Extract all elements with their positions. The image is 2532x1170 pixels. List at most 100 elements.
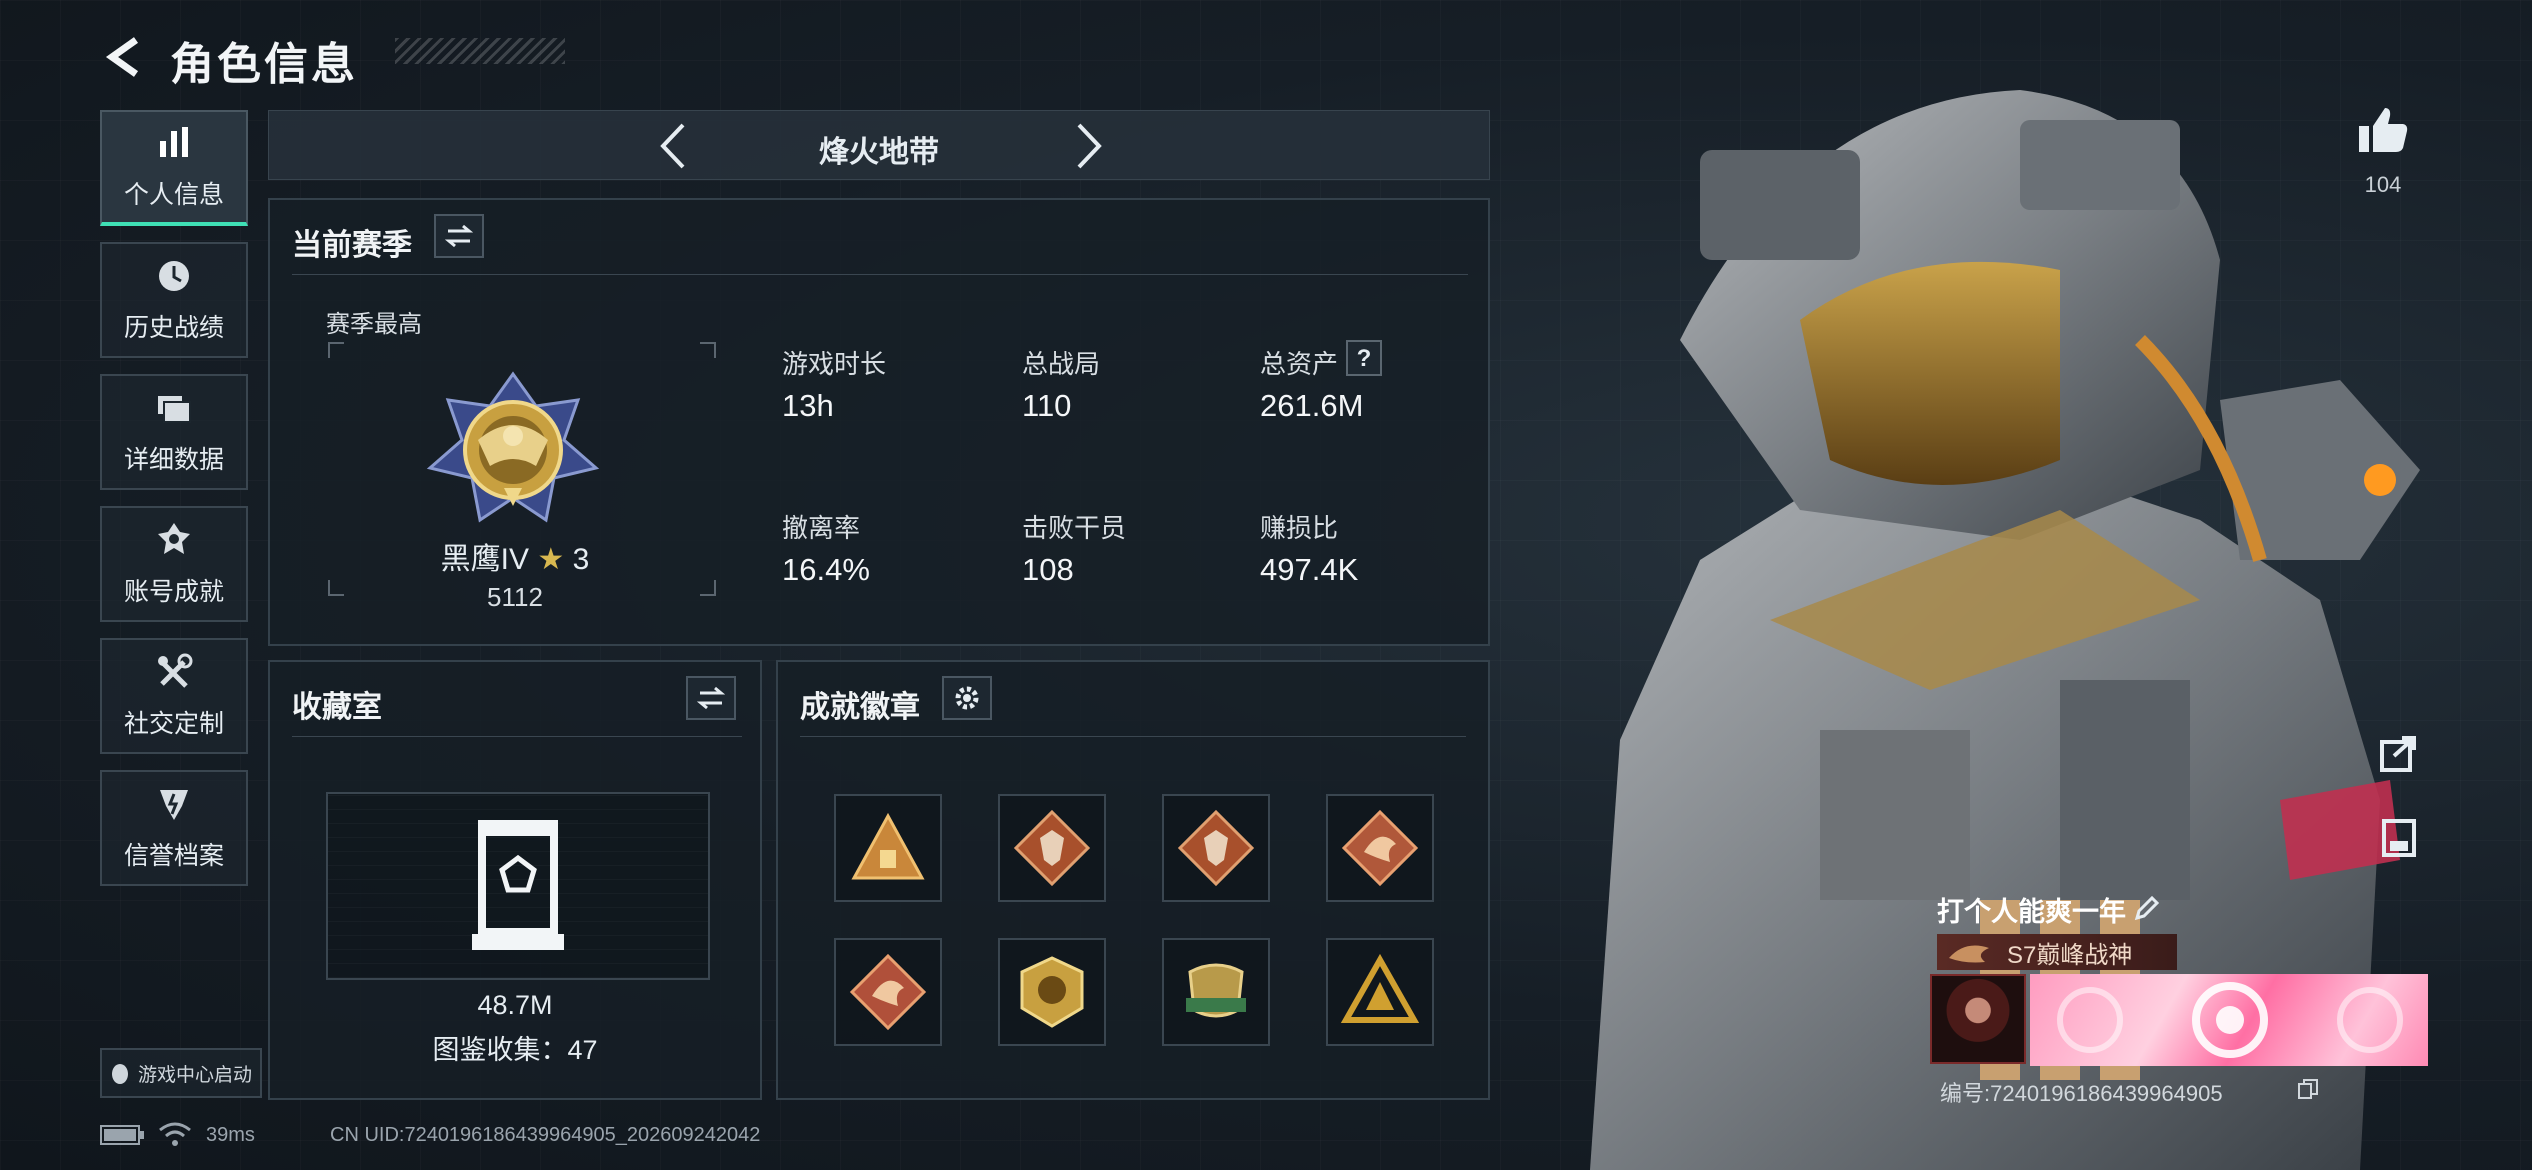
collection-value: 48.7M [477,990,553,1020]
assets-help-button[interactable]: ? [1346,340,1382,376]
frame-corner [700,342,716,358]
season-best-label: 赛季最高 [326,311,422,338]
wolf-badge-icon [1013,809,1091,887]
save-icon[interactable] [2376,815,2422,861]
player-uid: 编号:7240196186439964905 [1940,1081,2223,1106]
ping-value: 39ms [206,1124,255,1146]
sidebar-item-history[interactable]: 历史战绩 [100,242,248,358]
sidebar-item-details[interactable]: 详细数据 [100,374,248,490]
sidebar-item-credit[interactable]: 信誉档案 [100,770,248,886]
season-switch-button[interactable] [434,214,484,258]
copy-icon[interactable] [2297,1078,2319,1100]
rank-name: 黑鹰IV [440,543,530,576]
stat-label-extract-rate: 撤离率 [782,513,861,543]
badge-slot-7[interactable] [1162,938,1270,1046]
badge-slot-1[interactable] [834,794,942,902]
player-nickname: 打个人能爽一年 [1937,897,2126,927]
badges-title: 成就徽章 [800,691,920,724]
badges-settings-button[interactable] [942,676,992,720]
stat-label-kills: 击败干员 [1022,513,1127,543]
collection-title: 收藏室 [292,691,382,724]
dragon-badge-icon [849,953,927,1031]
stat-value-assets: 261.6M [1260,388,1364,423]
sidebar-item-personal-info[interactable]: 个人信息 [100,110,248,226]
green-banner-badge-icon [1186,963,1246,1018]
swap-icon [697,686,725,710]
title-badge-label: S7巅峰战神 [2007,941,2133,969]
like-count: 104 [2364,172,2402,197]
collection-switch-button[interactable] [686,676,736,720]
sidebar-item-label: 账号成就 [123,578,224,606]
stat-value-kills: 108 [1022,552,1074,587]
rank-points: 5112 [487,582,543,612]
display-case-icon [472,820,564,950]
tools-icon [158,653,193,688]
shield-icon [160,790,188,820]
next-mode-arrow-icon[interactable] [1059,119,1113,173]
sidebar-item-achievements[interactable]: 账号成就 [100,506,248,622]
badge-slot-4[interactable] [1326,794,1434,902]
triangle-badge-icon [1340,953,1420,1023]
penguin-icon [111,1064,128,1084]
stat-label-profit-ratio: 赚损比 [1260,513,1339,543]
badges-panel: 成就徽章 [776,660,1490,1100]
mode-title: 烽火地带 [819,136,939,169]
frame-corner [328,580,344,596]
stat-value-matches: 110 [1022,388,1072,423]
frame-corner [700,580,716,596]
page-title: 角色信息 [170,40,358,89]
title-decoration [395,38,565,64]
player-namecard[interactable] [2030,974,2428,1066]
namecard-decoration [2057,982,2403,1058]
gear-icon [955,686,979,710]
battery-icon [100,1125,144,1145]
achievement-icon [158,523,190,554]
stat-value-playtime: 13h [782,388,834,423]
back-arrow-icon[interactable] [100,32,150,82]
divider [292,736,742,737]
badge-slot-8[interactable] [1326,938,1434,1046]
launch-label: 游戏中心启动 [137,1064,252,1086]
collection-showcase[interactable] [326,792,710,980]
sidebar-item-label: 个人信息 [123,181,224,209]
collection-catalog: 图鉴收集：47 [432,1035,598,1065]
dragon-badge-icon [1341,809,1419,887]
sidebar-item-label: 历史战绩 [123,314,224,342]
rank-stars: 3 [572,543,590,576]
footer-uid: CN UID:7240196186439964905_202609242042 [330,1124,761,1146]
badge-slot-5[interactable] [834,938,942,1046]
badge-slot-2[interactable] [998,794,1106,902]
frame-corner [328,342,344,358]
stat-label-assets: 总资产 [1260,349,1339,379]
edit-pencil-icon[interactable] [2133,894,2161,922]
clock-icon [159,261,189,291]
sidebar-item-label: 信誉档案 [123,842,224,870]
sidebar-item-social[interactable]: 社交定制 [100,638,248,754]
share-icon[interactable] [2376,730,2422,776]
stat-value-profit-ratio: 497.4K [1260,552,1359,587]
wolf-badge-icon [1177,809,1255,887]
player-avatar[interactable] [1930,974,2026,1064]
game-center-launch-button[interactable]: 游戏中心启动 [100,1048,262,1098]
dragon-title-icon [1949,945,1989,963]
player-title-badge: S7巅峰战神 [1937,934,2177,970]
mode-selector: 烽火地带 [268,110,1490,180]
season-panel: 当前赛季 赛季最高 黑鹰IV ★ 3 5112 游戏时长 13h 总战局 110… [268,198,1490,646]
bar-chart-icon [160,127,188,157]
rank-name-row: 黑鹰IV ★ 3 [410,534,620,578]
badge-slot-6[interactable] [998,938,1106,1046]
sidebar-item-label: 社交定制 [123,710,224,738]
collection-panel: 收藏室 48.7M 图鉴收集：47 [268,660,762,1100]
gold-emblem-badge-icon [1020,956,1084,1028]
pyramid-badge-icon [851,812,925,880]
stat-value-extract-rate: 16.4% [782,552,870,587]
sidebar-item-label: 详细数据 [123,446,224,474]
divider [800,736,1466,737]
badge-slot-3[interactable] [1162,794,1270,902]
swap-icon [445,224,473,248]
divider [292,274,1468,275]
rank-emblem-icon [426,371,600,523]
stat-label-matches: 总战局 [1022,349,1101,379]
thumbs-up-icon[interactable] [2355,102,2411,158]
stat-label-playtime: 游戏时长 [782,349,887,379]
